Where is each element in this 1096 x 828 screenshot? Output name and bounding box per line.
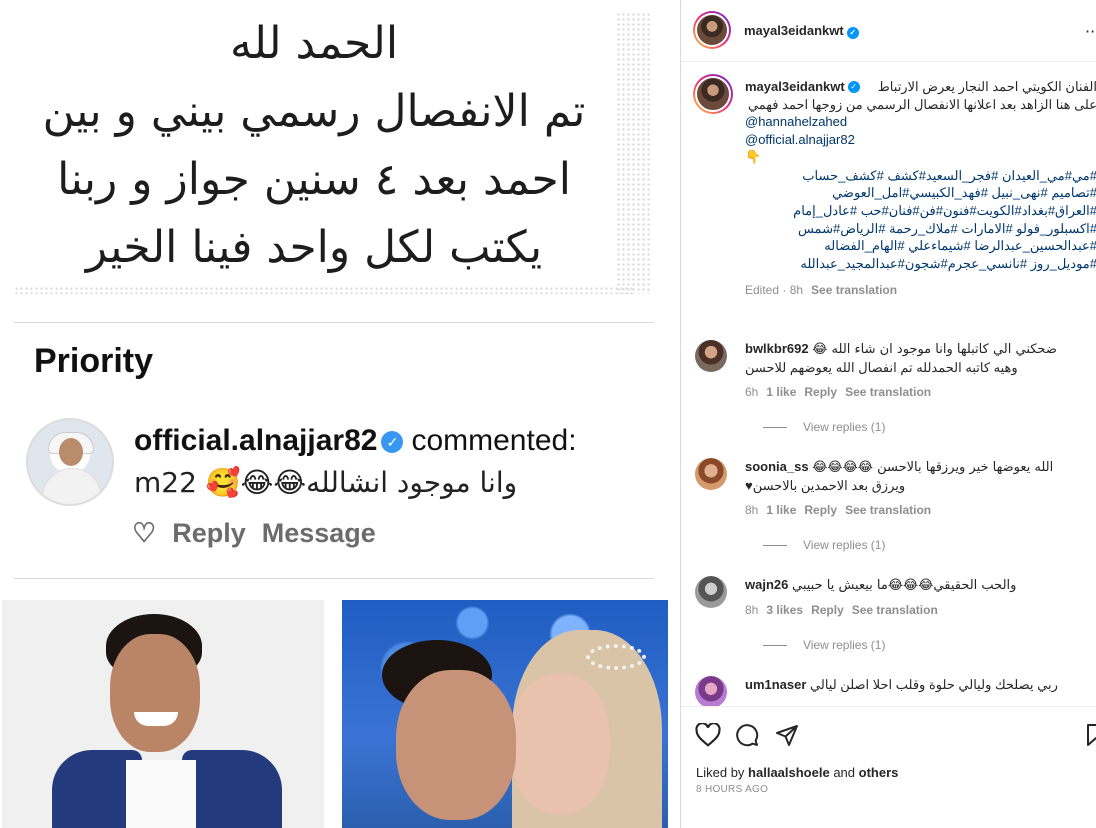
commenter-avatar <box>26 418 114 506</box>
comment-text: soonia_ss الله يعوضها خير ويرزقها بالاحس… <box>745 458 1096 495</box>
message-label: Message <box>261 518 376 548</box>
mention-hannahelzahed[interactable]: @hannahelzahed <box>745 113 1096 131</box>
comment-time: 6h <box>745 385 759 399</box>
caption-body: mayal3eidankwt ✓ الفنان الكويتي احمد النجا… <box>745 78 1096 299</box>
verified-badge-icon: ✓ <box>381 431 404 453</box>
see-translation-link[interactable]: See translation <box>845 503 931 517</box>
liked-by-and: and <box>833 765 856 780</box>
comment-text: um1naser ربي يصلحك وليالي حلوة وقلب احلا… <box>745 676 1096 694</box>
comment-username[interactable]: bwlkbr692 <box>745 341 809 356</box>
see-translation-link[interactable]: See translation <box>811 283 897 297</box>
hashtags-line-3[interactable]: #العراق#بغداد#الكويت#فنون#فن#فنان#حب #عا… <box>745 202 1096 220</box>
author-username[interactable]: mayal3eidankwt ✓ <box>744 23 859 39</box>
comment-time: 8h <box>745 503 759 517</box>
comment-meta: 8h 3 likes Reply See translation <box>745 603 938 617</box>
comment-body: والحب الحقيقي😂😂😂ما بيعيش يا حبيبي <box>791 578 1017 593</box>
comment-username[interactable]: um1naser <box>745 677 806 692</box>
comment-likes[interactable]: 1 like <box>766 385 796 399</box>
hashtags-line-5[interactable]: #عبدالحسين_عبدالرضا #شيماءعلي #الهام_الف… <box>745 237 1096 255</box>
view-replies-button[interactable]: View replies (1) <box>763 538 885 552</box>
reply-label: Reply <box>172 518 246 548</box>
see-translation-link[interactable]: See translation <box>852 603 938 617</box>
comment-reply-button[interactable]: Reply <box>804 385 837 399</box>
comment-reply-button[interactable]: Reply <box>804 503 837 517</box>
comment-time: 8h <box>745 603 759 617</box>
hashtags-line-2[interactable]: #تصاميم #نهى_نبيل #فهد_الكبيسي#امل_العوض… <box>745 184 1096 202</box>
caption-meta: Edited · 8h See translation <box>745 282 1096 300</box>
commenter-line: official.alnajjar82 ✓ commented: <box>134 424 577 458</box>
hashtags-line-6[interactable]: #موديل_روز #نانسي_عجرم#شجون#عبدالمجيد_عب… <box>745 255 1096 273</box>
comment-icon[interactable] <box>735 723 759 747</box>
note-line-2: تم الانفصال رسمي بيني و بين <box>42 86 586 137</box>
mention-official-alnajjar82[interactable]: @official.alnajjar82 <box>745 131 1096 149</box>
more-options-icon[interactable]: ··· <box>1085 22 1096 41</box>
commenter-username: official.alnajjar82 <box>134 424 378 457</box>
post-date: 8 HOURS AGO <box>696 784 769 795</box>
comment-avatar[interactable] <box>695 340 727 372</box>
liked-by-prefix: Liked by <box>696 765 745 780</box>
comment-username[interactable]: soonia_ss <box>745 459 809 474</box>
comment-body-2: وهيه كاتبه الحمدلله تم انفصال الله يعوضه… <box>745 360 1018 375</box>
comment-body: ربي يصلحك وليالي حلوة وقلب احلا اصلن ليا… <box>810 677 1058 692</box>
comment-text: bwlkbr692 ضحكني الي كاتبلها وانا موجود ا… <box>745 340 1096 377</box>
post-media: الحمد لله تم الانفصال رسمي بيني و بين اح… <box>0 0 681 828</box>
comment-body-2: ويرزق بعد الاحمدين بالاحسن♥ <box>745 478 906 493</box>
liked-by-user[interactable]: hallaalshoele <box>748 765 830 780</box>
couple-photo <box>342 600 668 828</box>
caption-text-block: mayal3eidankwt ✓ الفنان الكويتي احمد النجا… <box>745 78 1096 113</box>
comment-username[interactable]: wajn26 <box>745 577 788 592</box>
see-translation-link[interactable]: See translation <box>845 385 931 399</box>
dotted-pattern-bottom <box>14 286 634 294</box>
heart-icon: ♡ <box>132 518 157 548</box>
screenshot-comment-text: m‏وانا موجود انشالله😂😂🥰 22 <box>134 466 518 499</box>
comment-body: الله يعوضها خير ويرزقها بالاحسن 😂😂😂😂 <box>812 460 1054 475</box>
priority-label: Priority <box>34 342 154 380</box>
like-heart-icon[interactable] <box>695 723 721 747</box>
pointing-down-emoji: 👇 <box>745 149 762 165</box>
comment-text: wajn26 والحب الحقيقي😂😂😂ما بيعيش يا حبيبي <box>745 576 1096 595</box>
comment-likes[interactable]: 3 likes <box>766 603 803 617</box>
liked-by-others[interactable]: others <box>859 765 899 780</box>
post-details-panel: mayal3eidankwt✓ ··· mayal3eidankwt✓الفنا… <box>681 0 1096 828</box>
post-header: mayal3eidankwt✓ ··· <box>681 0 1096 62</box>
verified-badge-icon: ✓ <box>846 27 859 39</box>
bookmark-icon[interactable] <box>1086 723 1096 747</box>
edited-time: Edited · 8h <box>745 282 804 297</box>
comment-likes[interactable]: 1 like <box>766 503 796 517</box>
comment-meta: 6h 1 like Reply See translation <box>745 385 931 399</box>
comment-meta: 8h 1 like Reply See translation <box>745 503 931 517</box>
share-icon[interactable] <box>775 723 799 747</box>
view-replies-button[interactable]: View replies (1) <box>763 638 885 652</box>
comment-reply-button[interactable]: Reply <box>811 603 844 617</box>
divider <box>14 322 654 323</box>
divider <box>14 578 654 579</box>
comment-avatar[interactable] <box>695 676 727 708</box>
caption-avatar[interactable] <box>693 74 733 114</box>
liked-by: Liked by hallaalshoele and others <box>696 765 898 780</box>
verified-badge-icon: ✓ <box>847 81 860 93</box>
note-line-1: الحمد لله <box>229 18 399 69</box>
author-avatar[interactable] <box>693 11 731 49</box>
note-line-3: احمد بعد ٤ سنين جواز و ربنا <box>57 154 571 205</box>
caption-username[interactable]: mayal3eidankwt <box>745 78 845 96</box>
announcement-note-image: الحمد لله تم الانفصال رسمي بيني و بين اح… <box>14 12 650 294</box>
comment-avatar[interactable] <box>695 576 727 608</box>
post-actions: Liked by hallaalshoele and others 8 HOUR… <box>681 706 1096 828</box>
screenshot-comment-actions: ♡ Reply Message <box>132 518 392 549</box>
man-photo <box>2 600 324 828</box>
note-line-4: يكتب لكل واحد فينا الخير <box>85 222 543 273</box>
commented-label: commented: <box>411 424 577 457</box>
dotted-pattern <box>616 12 650 294</box>
comment-body: ضحكني الي كاتبلها وانا موجود ان شاء الله… <box>812 342 1057 357</box>
view-replies-button[interactable]: View replies (1) <box>763 420 885 434</box>
hashtags-line-4[interactable]: #اكسبلور_فولو #الامارات #ملاك_رحمة #الري… <box>745 220 1096 238</box>
comment-avatar[interactable] <box>695 458 727 490</box>
hashtags-line-1[interactable]: #مي#مي_العيدان #فجر_السعيد#كشف #كشف_حساب <box>745 167 1096 185</box>
